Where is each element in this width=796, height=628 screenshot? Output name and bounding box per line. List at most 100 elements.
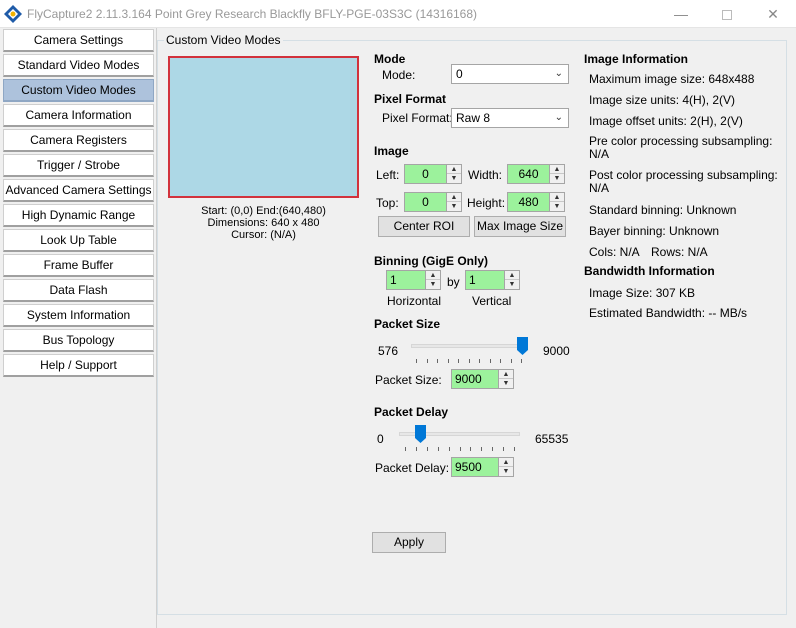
image-offset-units-text: Image offset units: 2(H), 2(V) [589,114,743,128]
spin-up-icon[interactable]: ▲ [550,193,564,202]
mode-value: 0 [456,67,463,81]
packet-delay-slider-thumb[interactable] [415,425,426,443]
packet-size-slider-thumb[interactable] [517,337,528,355]
spin-down-icon[interactable]: ▼ [426,280,440,289]
spin-down-icon[interactable]: ▼ [550,202,564,211]
spin-up-icon[interactable]: ▲ [426,271,440,280]
sidebar-item-standard-video-modes[interactable]: Standard Video Modes [3,54,154,77]
spin-up-icon[interactable]: ▲ [499,370,513,379]
slider-tick [416,447,417,451]
mode-select[interactable]: 0 ⌄ [451,64,569,84]
width-spinner[interactable]: 640 ▲ ▼ [507,164,565,184]
slider-tick [437,359,438,363]
packet-delay-label: Packet Delay: [375,461,450,475]
packet-delay-spinner[interactable]: 9500 ▲ ▼ [451,457,514,477]
packet-size-header: Packet Size [374,317,441,331]
group-title: Custom Video Modes [164,33,283,47]
sidebar-item-data-flash[interactable]: Data Flash [3,279,154,302]
slider-tick [416,359,417,363]
sidebar-item-high-dynamic-range[interactable]: High Dynamic Range [3,204,154,227]
packet-size-spinner[interactable]: 9000 ▲ ▼ [451,369,514,389]
spin-up-icon[interactable]: ▲ [447,193,461,202]
packet-size-label: Packet Size: [375,373,442,387]
pixel-format-value: Raw 8 [456,111,491,125]
pre-color-subsampling-value: N/A [589,147,610,161]
image-size-kb-text: Image Size: 307 KB [589,286,696,300]
minimize-icon: — [674,6,688,22]
slider-tick [405,447,406,451]
sidebar-item-custom-video-modes[interactable]: Custom Video Modes [3,79,154,102]
slider-tick [438,447,439,451]
width-label: Width: [468,168,503,182]
width-value: 640 [518,167,539,181]
flycapture-logo-icon [4,5,22,23]
sidebar-item-system-information[interactable]: System Information [3,304,154,327]
binning-horizontal-spinner[interactable]: 1 ▲ ▼ [386,270,441,290]
top-label: Top: [376,196,399,210]
sidebar-item-bus-topology[interactable]: Bus Topology [3,329,154,352]
packet-delay-max: 65535 [535,432,569,446]
spin-up-icon[interactable]: ▲ [499,458,513,467]
title-bar: FlyCapture2 2.11.3.164 Point Grey Resear… [0,0,796,28]
post-color-subsampling-text: Post color processing subsampling: [589,168,778,182]
sidebar-item-camera-settings[interactable]: Camera Settings [3,29,154,52]
binning-vertical-value: 1 [469,273,476,287]
spin-down-icon[interactable]: ▼ [550,174,564,183]
packet-size-value: 9000 [455,372,482,386]
sidebar-item-advanced-camera-settings[interactable]: Advanced Camera Settings [3,179,154,202]
binning-vertical-spinner[interactable]: 1 ▲ ▼ [465,270,520,290]
minimize-button[interactable]: — [658,0,704,28]
sidebar-item-camera-information[interactable]: Camera Information [3,104,154,127]
spin-down-icon[interactable]: ▼ [447,174,461,183]
slider-tick [469,359,470,363]
slider-tick [448,359,449,363]
rows-text: Rows: N/A [651,245,708,259]
binning-header: Binning (GigE Only) [374,254,488,268]
height-spinner[interactable]: 480 ▲ ▼ [507,192,565,212]
binning-vertical-label: Vertical [472,294,512,308]
slider-tick [500,359,501,363]
sidebar-item-trigger-strobe[interactable]: Trigger / Strobe [3,154,154,177]
chevron-down-icon: ⌄ [554,112,563,123]
spin-up-icon[interactable]: ▲ [550,165,564,174]
sidebar-item-look-up-table[interactable]: Look Up Table [3,229,154,252]
standard-binning-text: Standard binning: Unknown [589,203,737,217]
top-spinner[interactable]: 0 ▲ ▼ [404,192,462,212]
left-value: 0 [422,167,429,181]
height-label: Height: [467,196,506,210]
pre-color-subsampling-text: Pre color processing subsampling: [589,134,773,148]
slider-tick [479,359,480,363]
maximize-button[interactable] [704,0,750,28]
center-roi-button[interactable]: Center ROI [378,216,470,237]
spin-down-icon[interactable]: ▼ [499,467,513,476]
spin-up-icon[interactable]: ▲ [447,165,461,174]
left-spinner[interactable]: 0 ▲ ▼ [404,164,462,184]
slider-tick [503,447,504,451]
sidebar-item-frame-buffer[interactable]: Frame Buffer [3,254,154,277]
close-button[interactable]: ✕ [750,0,796,28]
packet-size-slider-track[interactable] [411,344,528,348]
spin-down-icon[interactable]: ▼ [447,202,461,211]
roi-cursor: Cursor: (N/A) [231,229,296,241]
max-image-size-button[interactable]: Max Image Size [474,216,566,237]
sidebar-item-camera-registers[interactable]: Camera Registers [3,129,154,152]
apply-button[interactable]: Apply [372,532,446,553]
roi-start-end: Start: (0,0) End:(640,480) [201,205,326,217]
spin-up-icon[interactable]: ▲ [505,271,519,280]
maximize-icon [722,10,732,21]
spin-down-icon[interactable]: ▼ [505,280,519,289]
packet-delay-value: 9500 [455,460,482,474]
binning-horizontal-value: 1 [390,273,397,287]
slider-tick [481,447,482,451]
roi-preview[interactable] [168,56,359,198]
height-value: 480 [518,195,539,209]
binning-by-label: by [447,275,460,289]
sidebar-item-help-support[interactable]: Help / Support [3,354,154,377]
pixel-format-select[interactable]: Raw 8 ⌄ [451,108,569,128]
slider-tick [511,359,512,363]
packet-delay-min: 0 [377,432,384,446]
pixel-format-label: Pixel Format: [382,111,453,125]
mode-label: Mode: [382,68,416,82]
post-color-subsampling-value: N/A [589,181,610,195]
spin-down-icon[interactable]: ▼ [499,379,513,388]
